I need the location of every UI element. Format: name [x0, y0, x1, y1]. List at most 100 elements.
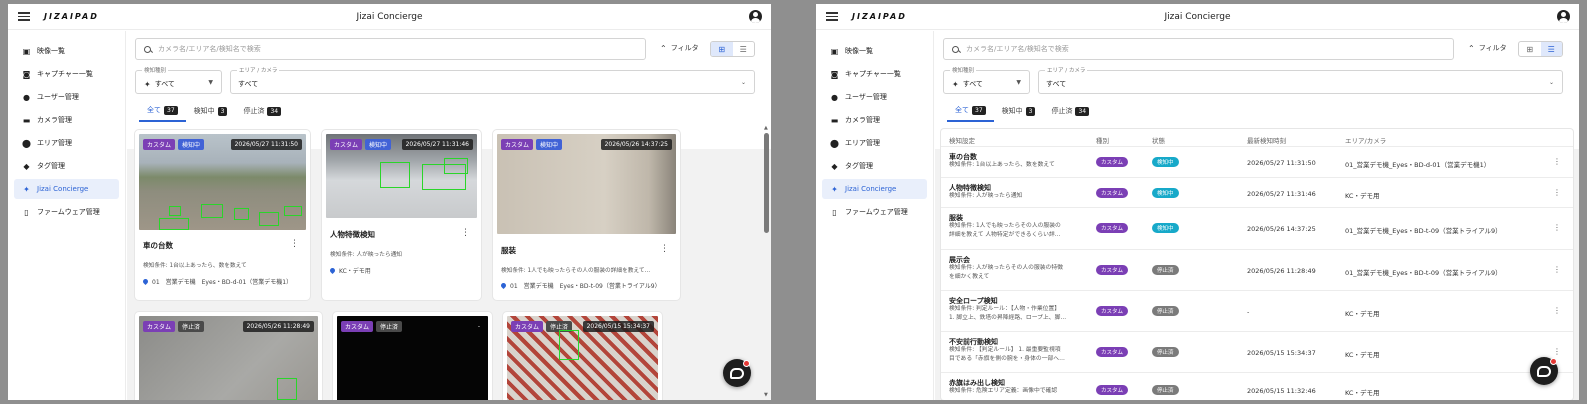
- camera-thumbnail: カスタム 検知中 2026/05/27 11:31:46: [326, 134, 477, 218]
- tab-stopped[interactable]: 停止済 34: [1043, 105, 1097, 122]
- sidebar-item-firmware[interactable]: ▯ ファームウェア管理: [822, 202, 927, 222]
- account-icon[interactable]: [749, 10, 762, 23]
- more-options-icon[interactable]: ⋮: [1553, 188, 1561, 197]
- tab-detecting[interactable]: 検知中 3: [994, 105, 1044, 122]
- more-options-icon[interactable]: ⋮: [1553, 223, 1561, 232]
- scrollbar[interactable]: ▲ ▼: [764, 125, 769, 398]
- more-options-icon[interactable]: ⋮: [461, 228, 470, 238]
- card-title: 人物特徴検知: [330, 230, 375, 239]
- sidebar-item-tags[interactable]: ◆ タグ管理: [14, 156, 119, 176]
- detection-card[interactable]: カスタム 停止済 -: [333, 312, 492, 400]
- menu-icon[interactable]: [826, 12, 838, 21]
- column-header-setting: 検知設定: [949, 137, 975, 145]
- sidebar-item-firmware[interactable]: ▯ ファームウェア管理: [14, 202, 119, 222]
- sidebar-item-cameras[interactable]: ▬ カメラ管理: [14, 110, 119, 130]
- table-row[interactable]: 赤旗はみ出し検知 検知条件: 危険エリア定義：画像中で確認 カスタム 停止済 2…: [941, 373, 1573, 400]
- video-icon: ▣: [830, 46, 839, 56]
- search-input[interactable]: [158, 45, 618, 53]
- sidebar-item-users[interactable]: ● ユーザー管理: [14, 87, 119, 107]
- detection-card[interactable]: カスタム 検知中 2026/05/26 14:37:25 服装 ⋮ 検知条件: …: [493, 130, 680, 300]
- row-area-camera: 01_営業デモ機_Eyes・BD-t-09（営業トライアル9）: [1345, 227, 1502, 235]
- account-icon[interactable]: [1557, 10, 1570, 23]
- sidebar-item-capture-list[interactable]: ◙ キャプチャー一覧: [822, 64, 927, 84]
- detection-card[interactable]: カスタム 検知中 2026/05/27 11:31:50 車の台数 ⋮ 検知条件…: [135, 130, 310, 300]
- sidebar-item-video-list[interactable]: ▣ 映像一覧: [14, 41, 119, 61]
- timestamp-badge: -: [477, 323, 480, 330]
- filter-button[interactable]: ⌃ フィルタ: [660, 43, 699, 53]
- card-condition: 検知条件: 人が映ったら通知: [330, 252, 402, 258]
- table-row[interactable]: 不安前行動検知 検知条件: 【判定ルール】 1. 最重要監視項 目である「赤旗を…: [941, 332, 1573, 373]
- row-area-camera: KC・デモ用: [1345, 310, 1380, 318]
- detection-card[interactable]: カスタム 停止済 2026/05/15 15:34:37: [503, 312, 662, 400]
- table-row[interactable]: 人物特徴検知 検知条件: 人が映ったら通知 カスタム 検知中 2026/05/2…: [941, 178, 1573, 208]
- type-badge: カスタム: [330, 139, 363, 150]
- detection-type-select[interactable]: 検知種別 ✦ すべて ▼: [943, 66, 1030, 94]
- user-icon: ●: [23, 92, 30, 102]
- table-row[interactable]: 安全ロープ検知 検知条件: 判定ルール：【人物・作業位置】 1. 脚立上、鉄塔の…: [941, 291, 1573, 332]
- chat-button[interactable]: [1530, 357, 1558, 385]
- area-camera-select[interactable]: エリア / カメラ すべて ⌄: [230, 66, 755, 94]
- table-header: 検知設定 種別 状態 最新検知時刻 エリア/カメラ: [941, 129, 1573, 147]
- more-options-icon[interactable]: ⋮: [290, 239, 299, 249]
- sidebar-item-label: Jizai Concierge: [845, 185, 897, 193]
- filter-button[interactable]: ⌃ フィルタ: [1468, 43, 1507, 53]
- camera-thumbnail: カスタム 検知中 2026/05/26 14:37:25: [497, 134, 676, 234]
- table-row[interactable]: 車の台数 検知条件: 1台以上あったら、数を数えて カスタム 検知中 2026/…: [941, 147, 1573, 178]
- tab-all[interactable]: 全て 37: [139, 105, 186, 122]
- table-row[interactable]: 展示会 検知条件: 人が映ったらその人の服装の特徴 を細かく教えて カスタム 停…: [941, 250, 1573, 291]
- chat-button[interactable]: [723, 359, 751, 387]
- detection-type-label: 検知種別: [950, 66, 977, 74]
- list-view-button[interactable]: ☰: [733, 42, 755, 56]
- area-camera-value: すべて: [238, 80, 259, 88]
- more-options-icon[interactable]: ⋮: [1553, 347, 1561, 356]
- table-row[interactable]: 服装 検知条件: 1人でも映ったらその人の服装の 詳細を教えて 人物特定ができる…: [941, 208, 1573, 250]
- scroll-down-icon[interactable]: ▼: [764, 392, 768, 398]
- sidebar-item-label: エリア管理: [37, 139, 72, 147]
- area-camera-select[interactable]: エリア / カメラ すべて ⌄: [1038, 66, 1563, 94]
- scroll-up-icon[interactable]: ▲: [764, 125, 768, 131]
- timestamp-badge: 2026/05/26 14:37:25: [600, 139, 672, 150]
- card-condition: 検知条件: 1台以上あったら、数を数えて: [143, 263, 247, 269]
- list-view-button[interactable]: ☰: [1540, 42, 1562, 56]
- sidebar-item-label: ファームウェア管理: [37, 208, 100, 216]
- sidebar-item-video-list[interactable]: ▣ 映像一覧: [822, 41, 927, 61]
- sidebar-item-areas[interactable]: ⬤ エリア管理: [14, 133, 119, 153]
- detection-card[interactable]: カスタム 停止済 2026/05/26 11:28:49: [135, 312, 322, 400]
- area-camera-label: エリア / カメラ: [1045, 66, 1088, 74]
- sidebar-item-jizai-concierge[interactable]: ✦ Jizai Concierge: [822, 179, 927, 199]
- timestamp-badge: 2026/05/27 11:31:46: [401, 139, 473, 150]
- sidebar-item-areas[interactable]: ⬤ エリア管理: [822, 133, 927, 153]
- sidebar-item-jizai-concierge[interactable]: ✦ Jizai Concierge: [14, 179, 119, 199]
- tab-all[interactable]: 全て 37: [947, 105, 994, 122]
- tab-stopped[interactable]: 停止済 34: [235, 105, 289, 122]
- detection-table: 検知設定 種別 状態 最新検知時刻 エリア/カメラ 車の台数 検知条件: 1台以…: [941, 129, 1573, 400]
- sidebar-item-users[interactable]: ● ユーザー管理: [822, 87, 927, 107]
- sidebar-item-cameras[interactable]: ▬ カメラ管理: [822, 110, 927, 130]
- tab-count: 37: [164, 105, 178, 115]
- search-box: [135, 38, 646, 60]
- sidebar-item-tags[interactable]: ◆ タグ管理: [822, 156, 927, 176]
- more-options-icon[interactable]: ⋮: [660, 244, 669, 254]
- type-badge: カスタム: [1096, 347, 1129, 357]
- scroll-thumb[interactable]: [764, 133, 769, 233]
- chevron-down-icon: ⌄: [1548, 79, 1554, 86]
- tag-icon: ◆: [23, 161, 30, 171]
- detection-card[interactable]: カスタム 検知中 2026/05/27 11:31:46 人物特徴検知 ⋮ 検知…: [322, 130, 481, 300]
- camera-thumbnail: カスタム 停止済 2026/05/26 11:28:49: [139, 316, 318, 400]
- more-options-icon[interactable]: ⋮: [1553, 306, 1561, 315]
- grid-view-button[interactable]: ⊞: [1519, 42, 1541, 56]
- app-logo: JIZAIPAD: [44, 12, 99, 21]
- tab-detecting[interactable]: 検知中 3: [186, 105, 236, 122]
- grid-view-button[interactable]: ⊞: [711, 42, 733, 56]
- sidebar-item-capture-list[interactable]: ◙ キャプチャー一覧: [14, 64, 119, 84]
- sidebar-item-label: エリア管理: [845, 139, 880, 147]
- camera-thumbnail: カスタム 検知中 2026/05/27 11:31:50: [139, 134, 306, 230]
- card-location: KC・デモ用: [339, 268, 371, 275]
- more-options-icon[interactable]: ⋮: [1553, 265, 1561, 274]
- tab-count: 37: [972, 105, 986, 115]
- user-icon: ●: [831, 92, 838, 102]
- menu-icon[interactable]: [18, 12, 30, 21]
- more-options-icon[interactable]: ⋮: [1553, 157, 1561, 166]
- detection-type-select[interactable]: 検知種別 ✦ すべて ▼: [135, 66, 222, 94]
- search-input[interactable]: [966, 45, 1426, 53]
